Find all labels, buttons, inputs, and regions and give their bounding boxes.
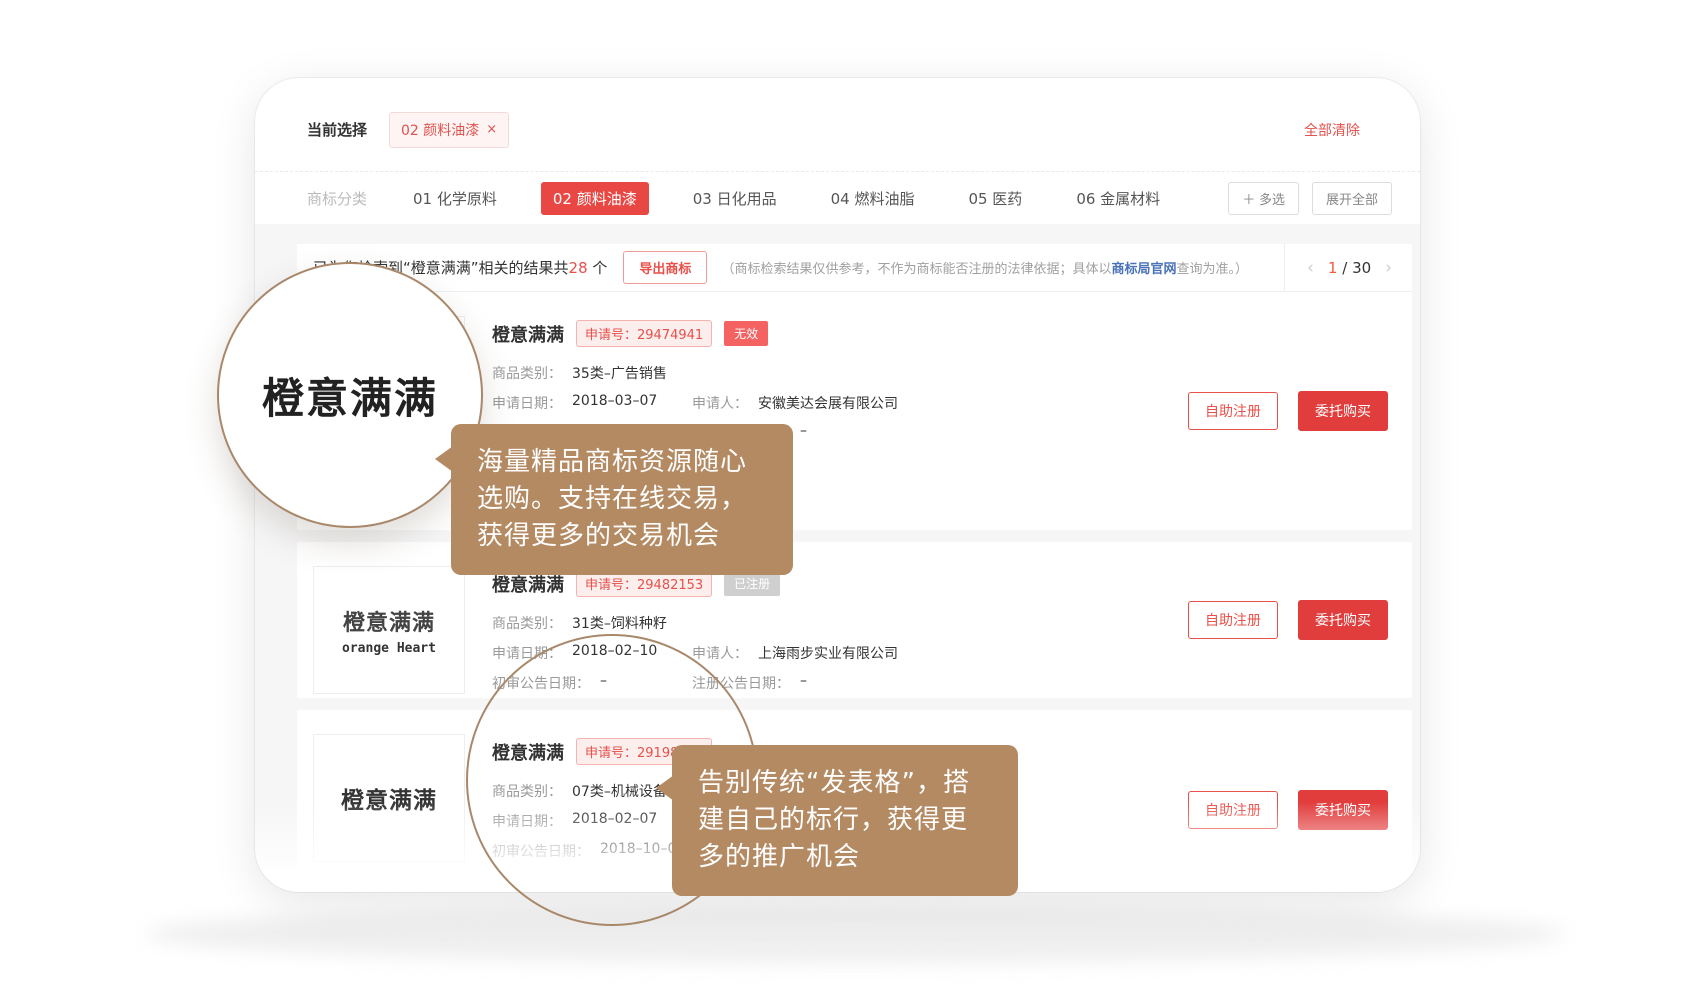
results-header: 已为您检索到“橙意满满”相关的结果共28 个 导出商标 （商标检索结果仅供参考，…	[297, 244, 1412, 292]
row-actions: 自助注册委托购买	[1188, 391, 1388, 431]
row-actions: 自助注册委托购买	[1188, 790, 1388, 830]
application-number-tag: 申请号：29474941	[576, 320, 712, 347]
field: 申请日期： 2018–03–07	[492, 393, 657, 413]
category-bar: 商标分类 01 化学原料 02 颜料油漆 03 日化用品 04 燃料油脂 05 医药 06…	[255, 172, 1420, 224]
prev-page-icon[interactable]: ‹	[1307, 258, 1314, 278]
filter-tag-paint[interactable]: 02 颜料油漆 ×	[389, 112, 509, 148]
field: 申请人： 安徽美达会展有限公司	[692, 393, 898, 413]
trademark-preview-subtext: orange Heart	[342, 641, 436, 656]
category-bar-label: 商标分类	[307, 188, 367, 209]
trademark-preview: 橙意满满	[313, 734, 465, 862]
current-selection-bar: 当前选择 02 颜料油漆 × 全部清除	[255, 78, 1420, 172]
category-items: 01 化学原料 02 颜料油漆 03 日化用品 04 燃料油脂 05 医药 06 金属材料	[403, 182, 1204, 215]
page-indicator: 1 / 30	[1328, 259, 1371, 277]
field-line: 商品类别： 35类–广告销售	[492, 363, 1168, 383]
trademark-office-link[interactable]: 商标局官网	[1111, 262, 1176, 277]
category-item-6[interactable]: 06 金属材料	[1066, 182, 1170, 215]
magnifier-circle-trademark: 橙意满满	[217, 262, 483, 528]
entrust-buy-button[interactable]: 委托购买	[1298, 790, 1388, 830]
magnified-trademark-text: 橙意满满	[262, 365, 438, 426]
field-line: 申请日期： 2018–03–07 申请人： 安徽美达会展有限公司	[492, 393, 1168, 413]
self-register-button[interactable]: 自助注册	[1188, 601, 1278, 639]
field: 商品类别： 35类–广告销售	[492, 363, 667, 383]
field-label: 商品类别：	[492, 363, 562, 383]
tooltip-promotion: 告别传统“发表格”，搭建自己的标行，获得更多的推广机会	[672, 745, 1018, 896]
row-actions: 自助注册委托购买	[1188, 600, 1388, 640]
multi-select-button[interactable]: ＋ 多选	[1228, 182, 1299, 215]
total-pages: 30	[1352, 259, 1371, 277]
expand-all-button[interactable]: 展开全部	[1312, 182, 1392, 215]
category-item-1[interactable]: 01 化学原料	[403, 182, 507, 215]
trademark-title-line: 橙意满满申请号：29474941 无效	[492, 320, 1168, 347]
trademark-preview: 橙意满满 orange Heart	[313, 566, 465, 694]
field-label: 商品类别：	[492, 613, 562, 633]
status-badge: 无效	[724, 321, 768, 346]
self-register-button[interactable]: 自助注册	[1188, 392, 1278, 430]
tooltip-marketplace: 海量精品商标资源随心选购。支持在线交易，获得更多的交易机会	[451, 424, 793, 575]
field-value: 35类–广告销售	[572, 363, 667, 383]
field-label: 申请日期：	[492, 393, 562, 413]
current-page: 1	[1328, 259, 1338, 277]
page: 当前选择 02 颜料油漆 × 全部清除 商标分类 01 化学原料02 颜料油漆0…	[0, 0, 1696, 1002]
category-item-2[interactable]: 02 颜料油漆	[541, 182, 649, 215]
pagination: ‹ 1 / 30 ›	[1284, 244, 1412, 291]
entrust-buy-button[interactable]: 委托购买	[1298, 600, 1388, 640]
field: 申请人： 上海雨步实业有限公司	[692, 643, 898, 663]
field-label: 申请人：	[692, 393, 748, 413]
field-value: 安徽美达会展有限公司	[758, 393, 898, 413]
field-value: –	[800, 673, 807, 693]
status-badge: 已注册	[724, 571, 780, 596]
export-trademarks-button[interactable]: 导出商标	[623, 251, 707, 284]
field-value: 31类–饲料种籽	[572, 613, 667, 633]
laptop-base-shadow	[145, 905, 1565, 963]
category-actions: ＋ 多选 展开全部	[1228, 182, 1392, 215]
field-value: 2018–03–07	[572, 393, 657, 413]
category-item-5[interactable]: 05 医药	[958, 182, 1032, 215]
field-value: 上海雨步实业有限公司	[758, 643, 898, 663]
category-item-4[interactable]: 04 燃料油脂	[821, 182, 925, 215]
trademark-preview-text: 橙意满满	[341, 781, 437, 815]
self-register-button[interactable]: 自助注册	[1188, 791, 1278, 829]
field-label: 申请人：	[692, 643, 748, 663]
field: 商品类别： 31类–饲料种籽	[492, 613, 667, 633]
results-disclaimer: （商标检索结果仅供参考，不作为商标能否注册的法律依据；具体以商标局官网查询为准。…	[721, 258, 1248, 277]
filter-tag-label: 02 颜料油漆	[401, 120, 479, 140]
field-line: 商品类别： 31类–饲料种籽	[492, 613, 1168, 633]
current-selection-label: 当前选择	[307, 119, 367, 140]
entrust-buy-button[interactable]: 委托购买	[1298, 391, 1388, 431]
close-icon[interactable]: ×	[486, 122, 497, 137]
next-page-icon[interactable]: ›	[1385, 258, 1392, 278]
clear-all-button[interactable]: 全部清除	[1304, 120, 1360, 140]
field-value: –	[800, 423, 807, 443]
category-item-3[interactable]: 03 日化用品	[683, 182, 787, 215]
trademark-name: 橙意满满	[492, 321, 564, 347]
results-count: 28	[569, 259, 588, 277]
trademark-preview-text: 橙意满满	[343, 605, 435, 637]
